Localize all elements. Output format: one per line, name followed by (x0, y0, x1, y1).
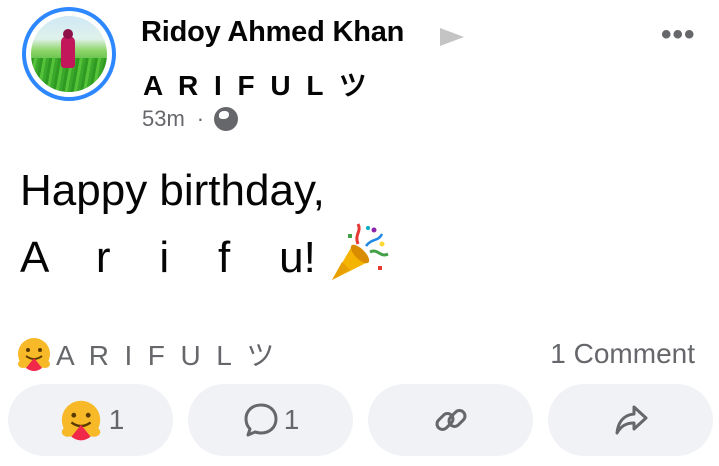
reactor-names: A R I F U L ツ (56, 340, 275, 371)
react-count: 1 (108, 404, 125, 435)
more-options-button[interactable]: ••• (661, 18, 696, 52)
comment-icon (244, 403, 278, 437)
comment-button[interactable]: 1 (188, 384, 353, 456)
author-name[interactable]: Ridoy Ahmed Khan (141, 16, 404, 49)
party-popper-icon (332, 223, 389, 280)
avatar-photo (31, 16, 107, 92)
comment-button-count: 1 (283, 404, 300, 435)
reactions-summary: A R I F U L ツ 1 Comment (14, 336, 695, 372)
care-reaction-icon (18, 338, 50, 371)
reaction-summary-left[interactable]: A R I F U L ツ (14, 334, 274, 374)
post-body: Happy birthday, A r i f u! (20, 160, 390, 289)
share-icon (615, 405, 647, 435)
avatar-person-head (63, 29, 73, 39)
comment-count-link[interactable]: 1 Comment (550, 338, 695, 370)
post-text-line-1: Happy birthday, (20, 166, 325, 215)
link-icon (435, 409, 466, 431)
post-time[interactable]: 53m (142, 106, 185, 132)
copy-link-button[interactable] (368, 384, 533, 456)
care-reaction-icon (61, 400, 100, 441)
post-text-line-2: A r i f u! (20, 233, 316, 282)
post-meta: 53m · (142, 106, 239, 132)
globe-icon (214, 107, 239, 131)
avatar-person (61, 36, 75, 68)
target-profile-name[interactable]: A R I F U L ツ (143, 64, 370, 104)
arrow-right-icon (440, 28, 464, 46)
meta-separator: · (196, 106, 205, 131)
profile-avatar[interactable] (22, 7, 116, 101)
share-button[interactable] (548, 384, 713, 456)
react-button[interactable]: 1 (8, 384, 173, 456)
